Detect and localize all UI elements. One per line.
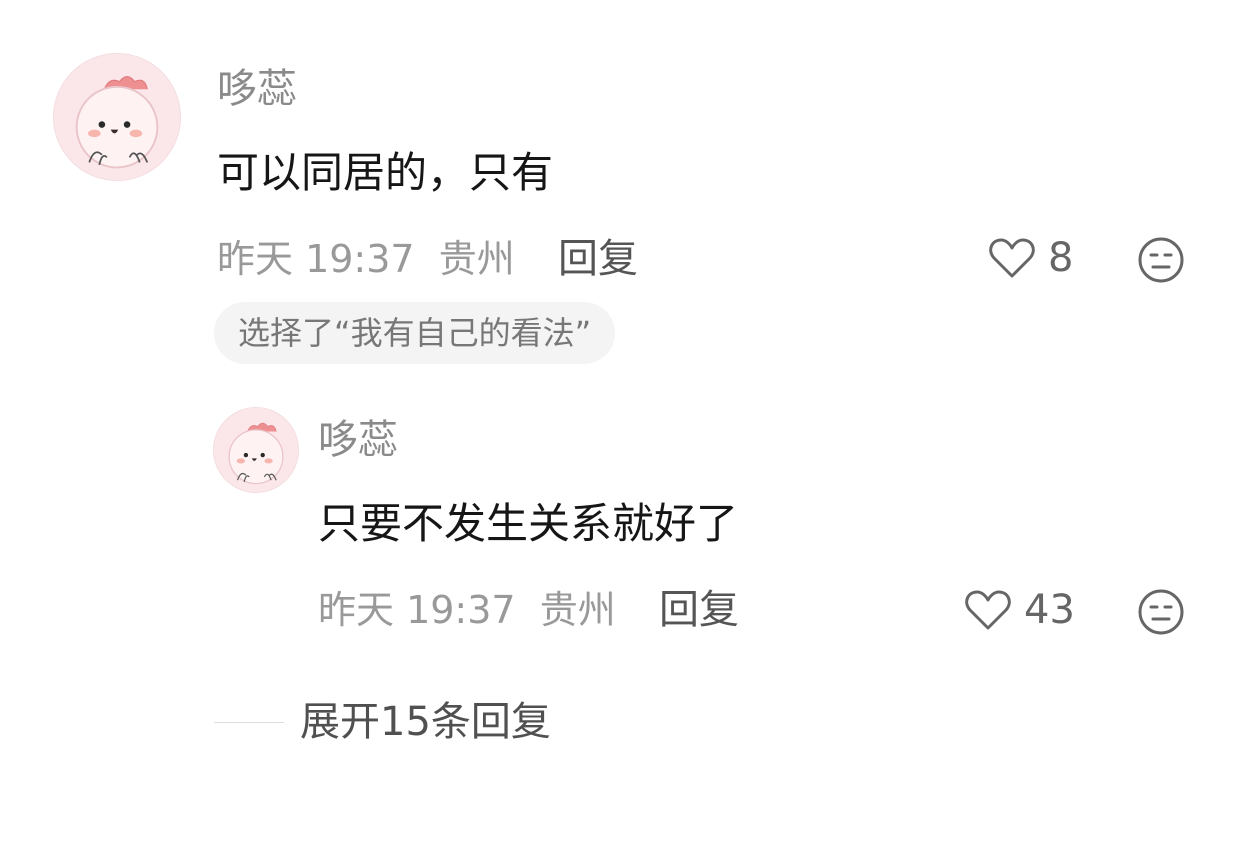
meh-face-icon [1138, 237, 1184, 283]
avatar[interactable] [54, 54, 180, 180]
heart-outline-icon [965, 590, 1011, 630]
comment-meta: 昨天 19:37 贵州 [217, 240, 515, 278]
reply-location: 贵州 [539, 588, 616, 632]
reply-dislike-button[interactable] [1137, 588, 1185, 636]
opinion-tag: 选择了“我有自己的看法” [214, 302, 616, 364]
reply-meta: 昨天 19:37 贵州 [318, 591, 616, 629]
reply-text: 只要不发生关系就好了 [318, 499, 739, 548]
comment-location: 贵州 [438, 237, 515, 281]
meh-face-icon [1138, 589, 1184, 635]
expand-replies-button[interactable]: 展开15条回复 [300, 702, 551, 742]
reply-like-count: 43 [1024, 587, 1075, 633]
expand-divider [214, 722, 284, 723]
comment-username[interactable]: 哆蕊 [217, 69, 297, 109]
reply-username[interactable]: 哆蕊 [318, 420, 398, 460]
comment-time: 昨天 19:37 [217, 237, 415, 281]
comment-dislike-button[interactable] [1137, 236, 1185, 284]
comment-like-count: 8 [1048, 235, 1074, 281]
reply-reply-button[interactable]: 回复 [659, 590, 739, 630]
reply-avatar-image [214, 408, 298, 492]
avatar-image [54, 54, 180, 180]
comment-reply-button[interactable]: 回复 [558, 239, 638, 279]
reply-time: 昨天 19:37 [318, 588, 516, 632]
comment-text: 可以同居的，只有 [217, 148, 554, 197]
heart-outline-icon [989, 238, 1035, 278]
reply-avatar[interactable] [214, 408, 298, 492]
comment-like-button[interactable]: 8 [988, 236, 1073, 280]
reply-like-button[interactable]: 43 [964, 588, 1075, 632]
